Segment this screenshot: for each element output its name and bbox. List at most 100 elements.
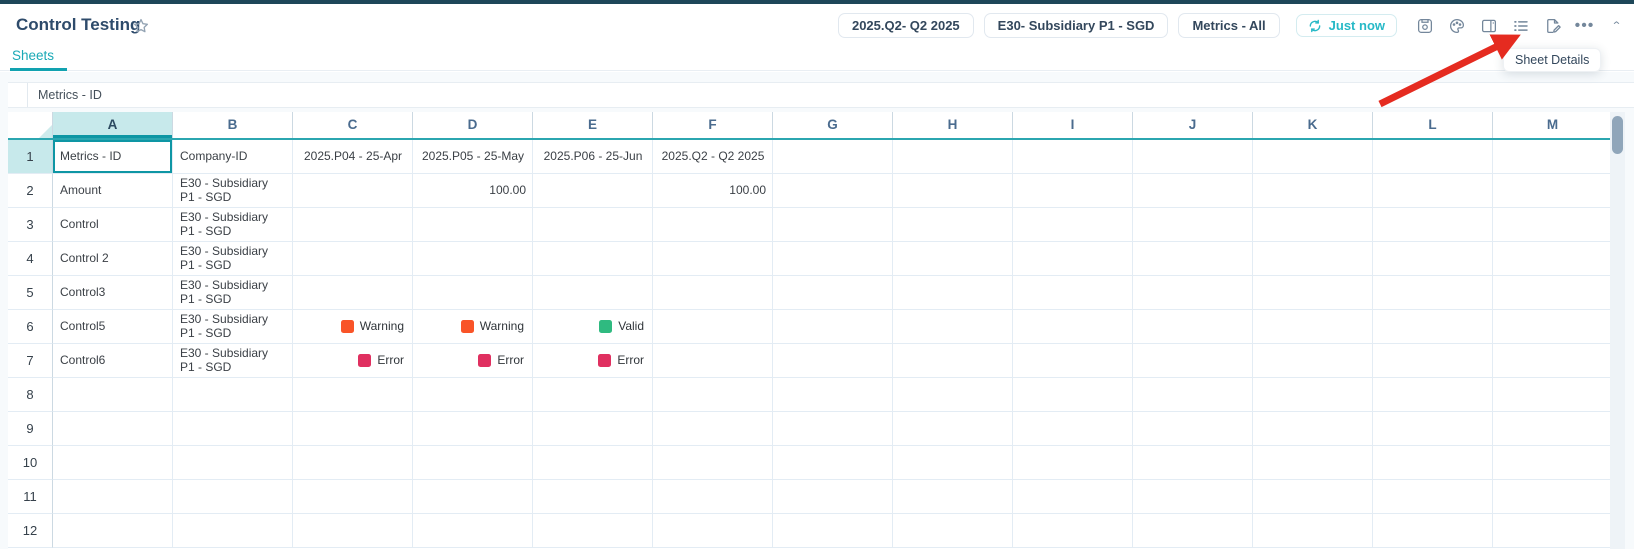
cell-D5[interactable] — [413, 276, 533, 310]
cell-L7[interactable] — [1373, 344, 1493, 378]
cell-L9[interactable] — [1373, 412, 1493, 446]
cell-M12[interactable] — [1493, 514, 1610, 548]
cell-M2[interactable] — [1493, 174, 1610, 208]
cell-H2[interactable] — [893, 174, 1013, 208]
column-header-D[interactable]: D — [413, 112, 533, 138]
cell-L1[interactable] — [1373, 140, 1493, 174]
cell-J7[interactable] — [1133, 344, 1253, 378]
cell-D8[interactable] — [413, 378, 533, 412]
name-box[interactable] — [8, 83, 28, 107]
refresh-button[interactable]: Just now — [1296, 14, 1397, 37]
cell-D3[interactable] — [413, 208, 533, 242]
cell-C5[interactable] — [293, 276, 413, 310]
cell-K4[interactable] — [1253, 242, 1373, 276]
favorite-star-icon[interactable] — [132, 17, 150, 35]
cell-E6[interactable]: Valid — [533, 310, 653, 344]
cell-A5[interactable]: Control3 — [53, 276, 173, 310]
cell-I11[interactable] — [1013, 480, 1133, 514]
cell-A3[interactable]: Control — [53, 208, 173, 242]
cell-H3[interactable] — [893, 208, 1013, 242]
cell-E12[interactable] — [533, 514, 653, 548]
scrollbar-thumb[interactable] — [1612, 116, 1623, 154]
cell-F5[interactable] — [653, 276, 773, 310]
cell-J1[interactable] — [1133, 140, 1253, 174]
cell-G3[interactable] — [773, 208, 893, 242]
panel-icon[interactable] — [1479, 16, 1498, 35]
cell-L2[interactable] — [1373, 174, 1493, 208]
cell-I5[interactable] — [1013, 276, 1133, 310]
cell-A11[interactable] — [53, 480, 173, 514]
cell-K8[interactable] — [1253, 378, 1373, 412]
cell-K5[interactable] — [1253, 276, 1373, 310]
row-header-7[interactable]: 7 — [8, 344, 53, 378]
cell-K3[interactable] — [1253, 208, 1373, 242]
cell-C11[interactable] — [293, 480, 413, 514]
cell-K10[interactable] — [1253, 446, 1373, 480]
column-header-F[interactable]: F — [653, 112, 773, 138]
cell-M9[interactable] — [1493, 412, 1610, 446]
cell-C2[interactable] — [293, 174, 413, 208]
cell-L3[interactable] — [1373, 208, 1493, 242]
cell-A4[interactable]: Control 2 — [53, 242, 173, 276]
cell-F10[interactable] — [653, 446, 773, 480]
row-header-11[interactable]: 11 — [8, 480, 53, 514]
formula-bar[interactable]: Metrics - ID — [8, 82, 1634, 108]
cell-A9[interactable] — [53, 412, 173, 446]
cell-G8[interactable] — [773, 378, 893, 412]
cell-F11[interactable] — [653, 480, 773, 514]
cell-C8[interactable] — [293, 378, 413, 412]
cell-B4[interactable]: E30 - Subsidiary P1 - SGD — [173, 242, 293, 276]
cell-M6[interactable] — [1493, 310, 1610, 344]
cell-H1[interactable] — [893, 140, 1013, 174]
cell-J10[interactable] — [1133, 446, 1253, 480]
cell-F1[interactable]: 2025.Q2 - Q2 2025 — [653, 140, 773, 174]
cell-G10[interactable] — [773, 446, 893, 480]
cell-J12[interactable] — [1133, 514, 1253, 548]
cell-D2[interactable]: 100.00 — [413, 174, 533, 208]
cell-C7[interactable]: Error — [293, 344, 413, 378]
cell-H8[interactable] — [893, 378, 1013, 412]
cell-B8[interactable] — [173, 378, 293, 412]
cell-A10[interactable] — [53, 446, 173, 480]
tab-sheets[interactable]: Sheets — [12, 48, 54, 63]
cell-F9[interactable] — [653, 412, 773, 446]
cell-B7[interactable]: E30 - Subsidiary P1 - SGD — [173, 344, 293, 378]
cell-I3[interactable] — [1013, 208, 1133, 242]
row-header-8[interactable]: 8 — [8, 378, 53, 412]
column-header-A[interactable]: A — [53, 112, 173, 138]
cell-E8[interactable] — [533, 378, 653, 412]
list-icon[interactable] — [1511, 16, 1530, 35]
cell-I9[interactable] — [1013, 412, 1133, 446]
column-header-M[interactable]: M — [1493, 112, 1610, 138]
cell-G12[interactable] — [773, 514, 893, 548]
cell-J4[interactable] — [1133, 242, 1253, 276]
cell-M4[interactable] — [1493, 242, 1610, 276]
cell-A12[interactable] — [53, 514, 173, 548]
filter-badge-company[interactable]: E30- Subsidiary P1 - SGD — [984, 13, 1169, 38]
cell-H6[interactable] — [893, 310, 1013, 344]
cell-L10[interactable] — [1373, 446, 1493, 480]
cell-C1[interactable]: 2025.P04 - 25-Apr — [293, 140, 413, 174]
cell-L6[interactable] — [1373, 310, 1493, 344]
cell-J9[interactable] — [1133, 412, 1253, 446]
cell-K7[interactable] — [1253, 344, 1373, 378]
cell-A1[interactable]: Metrics - ID — [53, 140, 173, 174]
cell-C3[interactable] — [293, 208, 413, 242]
cell-K6[interactable] — [1253, 310, 1373, 344]
cell-E3[interactable] — [533, 208, 653, 242]
cell-H12[interactable] — [893, 514, 1013, 548]
column-header-C[interactable]: C — [293, 112, 413, 138]
cell-D7[interactable]: Error — [413, 344, 533, 378]
cell-H7[interactable] — [893, 344, 1013, 378]
cell-H9[interactable] — [893, 412, 1013, 446]
cell-K9[interactable] — [1253, 412, 1373, 446]
cell-G4[interactable] — [773, 242, 893, 276]
row-header-9[interactable]: 9 — [8, 412, 53, 446]
cell-F4[interactable] — [653, 242, 773, 276]
column-header-I[interactable]: I — [1013, 112, 1133, 138]
row-header-12[interactable]: 12 — [8, 514, 53, 548]
column-header-H[interactable]: H — [893, 112, 1013, 138]
cell-C12[interactable] — [293, 514, 413, 548]
cell-G11[interactable] — [773, 480, 893, 514]
cell-I4[interactable] — [1013, 242, 1133, 276]
